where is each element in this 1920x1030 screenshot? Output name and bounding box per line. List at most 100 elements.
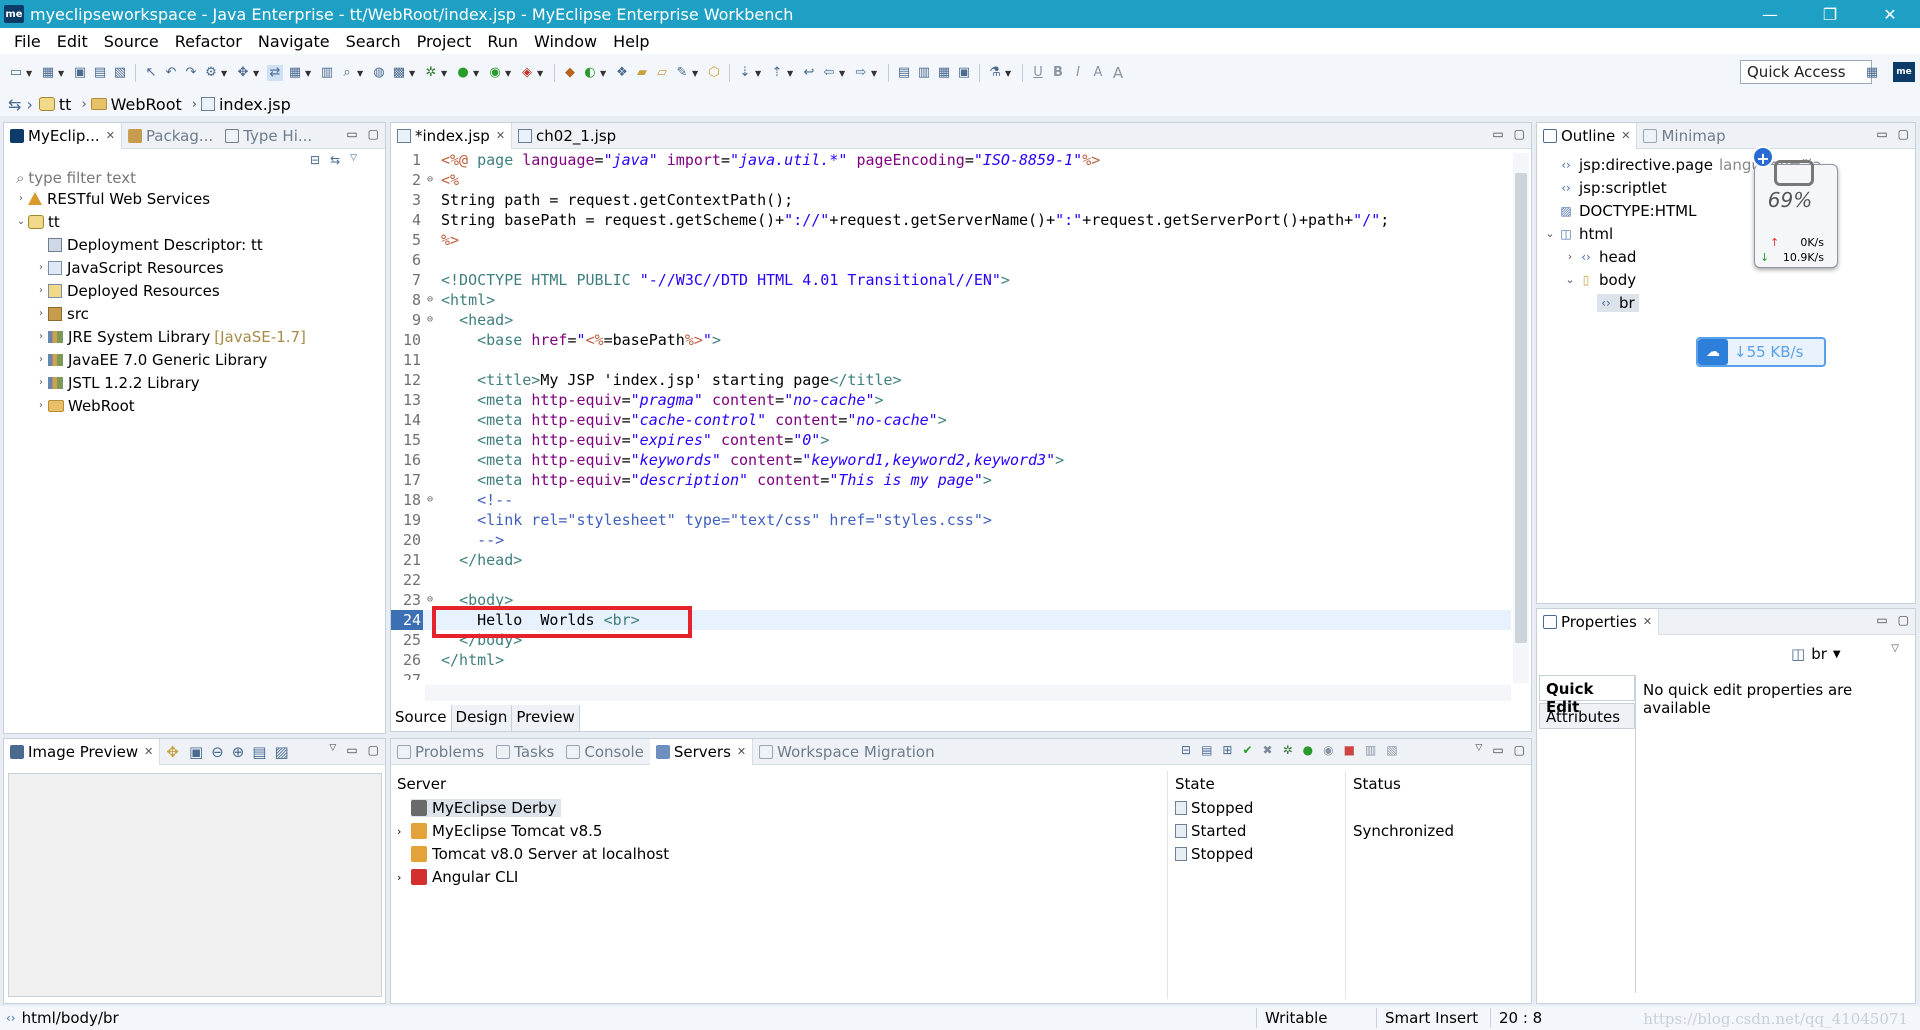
tree-item-deployment-descriptor[interactable]: Deployment Descriptor: tt	[14, 233, 385, 256]
breadcrumb-file[interactable]: index.jsp	[200, 95, 291, 114]
menu-navigate[interactable]: Navigate	[250, 32, 338, 51]
tab-package-explorer[interactable]: Packag...	[122, 123, 219, 149]
tab-minimap[interactable]: Minimap	[1637, 123, 1731, 149]
close-tab-icon[interactable]: ✕	[106, 129, 115, 142]
deploy-icon[interactable]: ⚙	[203, 65, 219, 81]
tree-item-javaee-library[interactable]: › JavaEE 7.0 Generic Library	[14, 348, 385, 371]
undeploy-icon[interactable]: ▧	[1386, 743, 1397, 757]
tab-servers[interactable]: Servers ✕	[649, 738, 754, 765]
breadcrumb-webroot[interactable]: WebRoot	[90, 95, 182, 114]
debug-icon[interactable]: ✲	[423, 65, 439, 81]
search-icon[interactable]: ⌕	[339, 65, 355, 81]
run-config-icon[interactable]: ◉	[487, 65, 503, 81]
font-larger-button[interactable]: A	[1110, 65, 1126, 81]
maximize-panel-icon[interactable]: ▢	[368, 127, 379, 141]
tab-preview[interactable]: Preview	[512, 705, 580, 731]
collapse-arrow-icon[interactable]: ⌄	[14, 216, 28, 227]
code-line[interactable]: 21 </head>	[391, 550, 1511, 570]
server-row-angular[interactable]: › Angular CLI	[397, 866, 518, 888]
tab-tasks[interactable]: Tasks	[490, 739, 560, 765]
tab-design[interactable]: Design	[451, 705, 513, 731]
open-resource-icon[interactable]: ⬡	[706, 65, 722, 81]
code-line[interactable]: 11	[391, 350, 1511, 370]
layout-2-icon[interactable]: ▥	[916, 65, 932, 81]
tab-index-jsp[interactable]: *index.jsp ✕	[391, 122, 513, 149]
code-line[interactable]: 27	[391, 670, 1511, 680]
deploy-server-icon[interactable]: ▥	[1365, 743, 1376, 757]
code-line[interactable]: 13 <meta http-equiv="pragma" content="no…	[391, 390, 1511, 410]
forward-dropdown-icon[interactable]: ▼	[871, 69, 879, 78]
new-icon[interactable]: ▭	[8, 65, 24, 81]
menu-help[interactable]: Help	[605, 32, 657, 51]
open-task-icon[interactable]: ▱	[654, 65, 670, 81]
layout-3-icon[interactable]: ▦	[936, 65, 952, 81]
link-with-editor-icon[interactable]: ⇆	[330, 153, 340, 167]
close-tab-icon[interactable]: ✕	[1621, 129, 1630, 142]
view-menu-icon[interactable]: ▽	[1475, 743, 1482, 757]
tree-item-restful[interactable]: › RESTful Web Services	[14, 187, 385, 210]
code-line[interactable]: 17 <meta http-equiv="description" conten…	[391, 470, 1511, 490]
prev-annotation-dropdown-icon[interactable]: ▼	[787, 69, 795, 78]
close-tab-icon[interactable]: ✕	[737, 745, 746, 758]
search-dropdown-icon[interactable]: ▼	[357, 69, 365, 78]
server-dropdown-icon[interactable]: ▼	[253, 69, 261, 78]
server-row-tomcat80[interactable]: Tomcat v8.0 Server at localhost	[411, 843, 669, 865]
pen-icon[interactable]: ✎	[674, 65, 690, 81]
server-row-derby[interactable]: MyEclipse Derby	[411, 797, 561, 819]
new-package-icon[interactable]: ◐	[582, 65, 598, 81]
code-line[interactable]: 5 %>	[391, 230, 1511, 250]
selected-element[interactable]: ◫ br ▼	[1791, 645, 1841, 663]
collapse-icon[interactable]: ⊟	[1181, 743, 1191, 757]
code-line[interactable]: 14 <meta http-equiv="cache-control" cont…	[391, 410, 1511, 430]
expand-arrow-icon[interactable]: ›	[34, 262, 48, 273]
open-perspective-icon[interactable]: ▦	[1864, 65, 1880, 81]
fold-toggle-icon[interactable]: ⊖	[423, 170, 437, 190]
new-class-icon[interactable]: ◆	[562, 65, 578, 81]
pen-dropdown-icon[interactable]: ▼	[692, 69, 700, 78]
grid-dropdown-icon[interactable]: ▼	[305, 69, 313, 78]
link-editor-icon[interactable]: ⇄	[267, 65, 283, 81]
tab-image-preview[interactable]: Image Preview ✕	[4, 738, 161, 765]
save-all-icon[interactable]: ▤	[92, 65, 108, 81]
publish-icon[interactable]: ✔	[1242, 743, 1252, 757]
tab-outline[interactable]: Outline ✕	[1537, 122, 1638, 149]
zoom-out-icon[interactable]: ⊖	[211, 743, 224, 761]
code-line[interactable]: 10 <base href="<%=basePath%>">	[391, 330, 1511, 350]
palette-icon[interactable]: ⚗	[987, 65, 1003, 81]
code-line[interactable]: 9 ⊖ <head>	[391, 310, 1511, 330]
external-tools-dropdown-icon[interactable]: ▼	[537, 69, 545, 78]
maximize-panel-icon[interactable]: ▢	[1898, 127, 1909, 141]
code-line[interactable]: 2 ⊖ <%	[391, 170, 1511, 190]
tree-item-tt[interactable]: ⌄ tt	[14, 210, 385, 233]
zoom-in-icon[interactable]: ⊕	[232, 743, 245, 761]
tab-console[interactable]: Console	[560, 739, 650, 765]
outline-item-html[interactable]: ⌄ ◫ html	[1543, 222, 1915, 245]
external-tools-icon[interactable]: ◈	[519, 65, 535, 81]
tab-workspace-migration[interactable]: Workspace Migration	[753, 739, 940, 765]
menu-window[interactable]: Window	[526, 32, 605, 51]
open-type-icon[interactable]: ❖	[614, 65, 630, 81]
palette-dropdown-icon[interactable]: ▼	[1005, 69, 1013, 78]
pin-icon[interactable]: ✥	[166, 743, 179, 761]
menu-edit[interactable]: Edit	[49, 32, 96, 51]
minimize-panel-icon[interactable]: ▭	[1492, 743, 1503, 757]
code-line[interactable]: 16 <meta http-equiv="keywords" content="…	[391, 450, 1511, 470]
tree-item-javascript-resources[interactable]: › JavaScript Resources	[14, 256, 385, 279]
stop-server-icon[interactable]: ■	[1344, 743, 1355, 757]
vertical-scrollbar[interactable]	[1513, 153, 1529, 683]
minimize-button[interactable]: —	[1740, 0, 1800, 28]
code-line[interactable]: 7 <!DOCTYPE HTML PUBLIC "-//W3C//DTD HTML…	[391, 270, 1511, 290]
expand-arrow-icon[interactable]: ›	[34, 308, 48, 319]
open-folder-icon[interactable]: ▰	[634, 65, 650, 81]
start-server-icon[interactable]: ●	[1303, 743, 1313, 757]
fit-window-icon[interactable]: ▨	[274, 743, 288, 761]
column-status[interactable]: Status	[1353, 775, 1401, 793]
image-icon[interactable]: ▩	[391, 65, 407, 81]
column-state[interactable]: State	[1175, 775, 1215, 793]
quick-access-input[interactable]: Quick Access	[1740, 60, 1872, 84]
next-annotation-icon[interactable]: ⇣	[737, 65, 753, 81]
forward-icon[interactable]: ⇨	[853, 65, 869, 81]
code-line[interactable]: 22	[391, 570, 1511, 590]
menu-run[interactable]: Run	[479, 32, 526, 51]
maximize-panel-icon[interactable]: ▢	[1514, 127, 1525, 141]
